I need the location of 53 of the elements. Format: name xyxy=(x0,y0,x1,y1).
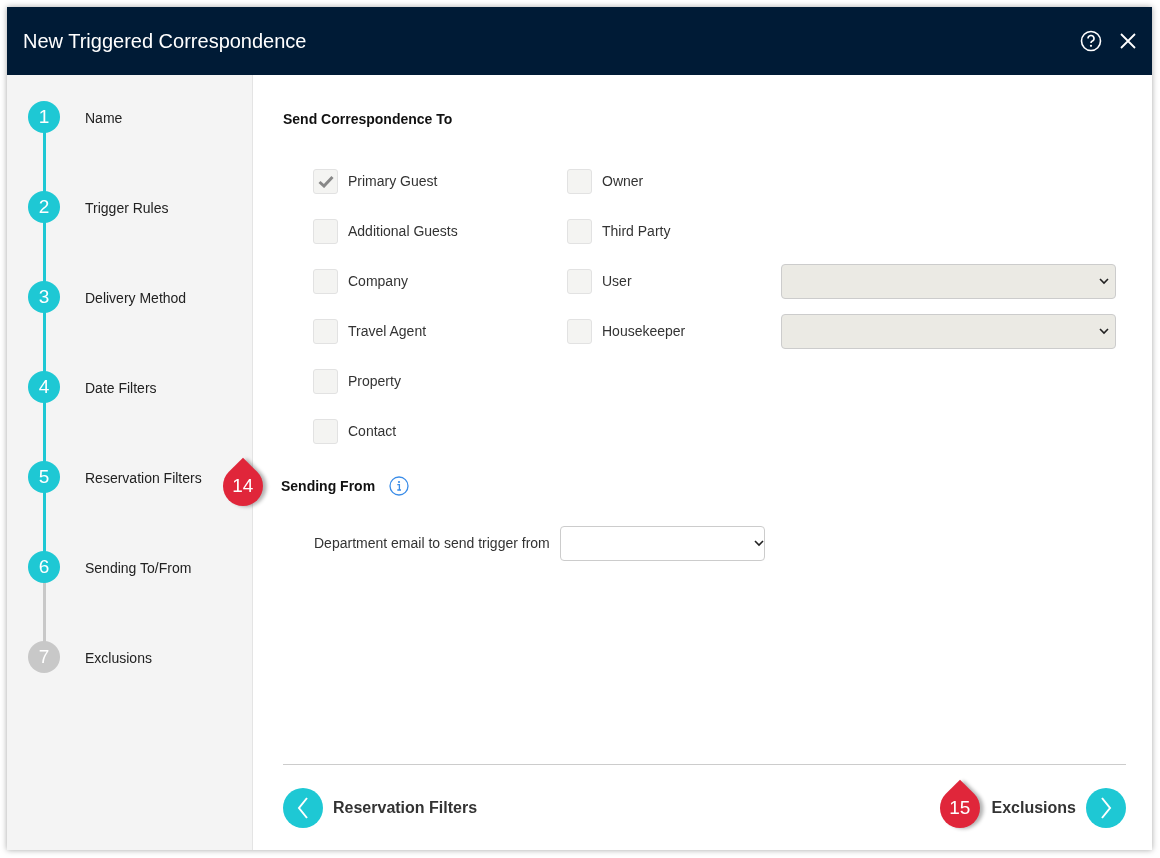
step-number: 3 xyxy=(28,281,60,313)
checkbox-label: Travel Agent xyxy=(348,321,427,341)
section-title: Sending From xyxy=(281,476,376,496)
chevron-down-icon xyxy=(1099,327,1109,335)
step-label[interactable]: Exclusions xyxy=(85,648,152,669)
chevron-down-icon xyxy=(1099,277,1109,285)
help-button[interactable] xyxy=(1080,30,1102,52)
checkbox-label: Property xyxy=(348,371,401,391)
checkbox-label: User xyxy=(602,271,632,291)
checkbox[interactable] xyxy=(313,368,338,394)
step-label[interactable]: Trigger Rules xyxy=(85,198,169,219)
step-label[interactable]: Name xyxy=(85,108,123,129)
section-title: Send Correspondence To xyxy=(283,110,454,129)
back-button[interactable]: Reservation Filters xyxy=(283,787,478,828)
checkbox-label: Primary Guest xyxy=(348,171,438,191)
checkbox-label: Contact xyxy=(348,421,397,441)
checkbox[interactable] xyxy=(567,318,592,344)
checkbox-label: Company xyxy=(348,271,408,291)
chevron-left-icon xyxy=(297,796,309,819)
checkbox[interactable] xyxy=(567,268,592,294)
step-label[interactable]: Sending To/From xyxy=(85,558,192,579)
checkbox[interactable] xyxy=(313,268,338,294)
step-number: 2 xyxy=(28,191,60,223)
step-number: 6 xyxy=(28,551,60,583)
chevron-down-icon xyxy=(753,540,764,547)
checkbox[interactable] xyxy=(567,218,592,244)
step-label[interactable]: Delivery Method xyxy=(85,288,187,309)
checkbox-label: Housekeeper xyxy=(602,321,686,341)
window-title: New Triggered Correspondence xyxy=(23,29,308,53)
checkbox[interactable] xyxy=(313,418,338,444)
checkbox-label: Additional Guests xyxy=(348,221,458,241)
step-number: 4 xyxy=(28,371,60,403)
step-number: 5 xyxy=(28,461,60,493)
field-label: Department email to send trigger from xyxy=(314,534,550,553)
dropdown[interactable] xyxy=(781,313,1116,349)
checkbox-label: Third Party xyxy=(602,221,671,241)
info-icon xyxy=(389,476,410,496)
step-number: 1 xyxy=(28,101,60,133)
checkbox[interactable] xyxy=(313,218,338,244)
step-label[interactable]: Reservation Filters xyxy=(85,468,202,489)
checkmark-icon xyxy=(317,174,334,188)
step-label[interactable]: Date Filters xyxy=(85,378,157,399)
chevron-right-icon xyxy=(1100,796,1112,819)
close-button[interactable] xyxy=(1120,33,1136,49)
dropdown[interactable] xyxy=(781,263,1116,299)
department-email-dropdown[interactable] xyxy=(559,526,765,561)
help-icon xyxy=(1080,30,1102,52)
checkbox[interactable] xyxy=(567,168,592,194)
checkbox[interactable] xyxy=(313,318,338,344)
next-button[interactable]: Exclusions xyxy=(991,787,1126,828)
checkbox[interactable] xyxy=(313,168,338,194)
close-icon xyxy=(1120,33,1136,49)
checkbox-label: Owner xyxy=(602,171,644,191)
